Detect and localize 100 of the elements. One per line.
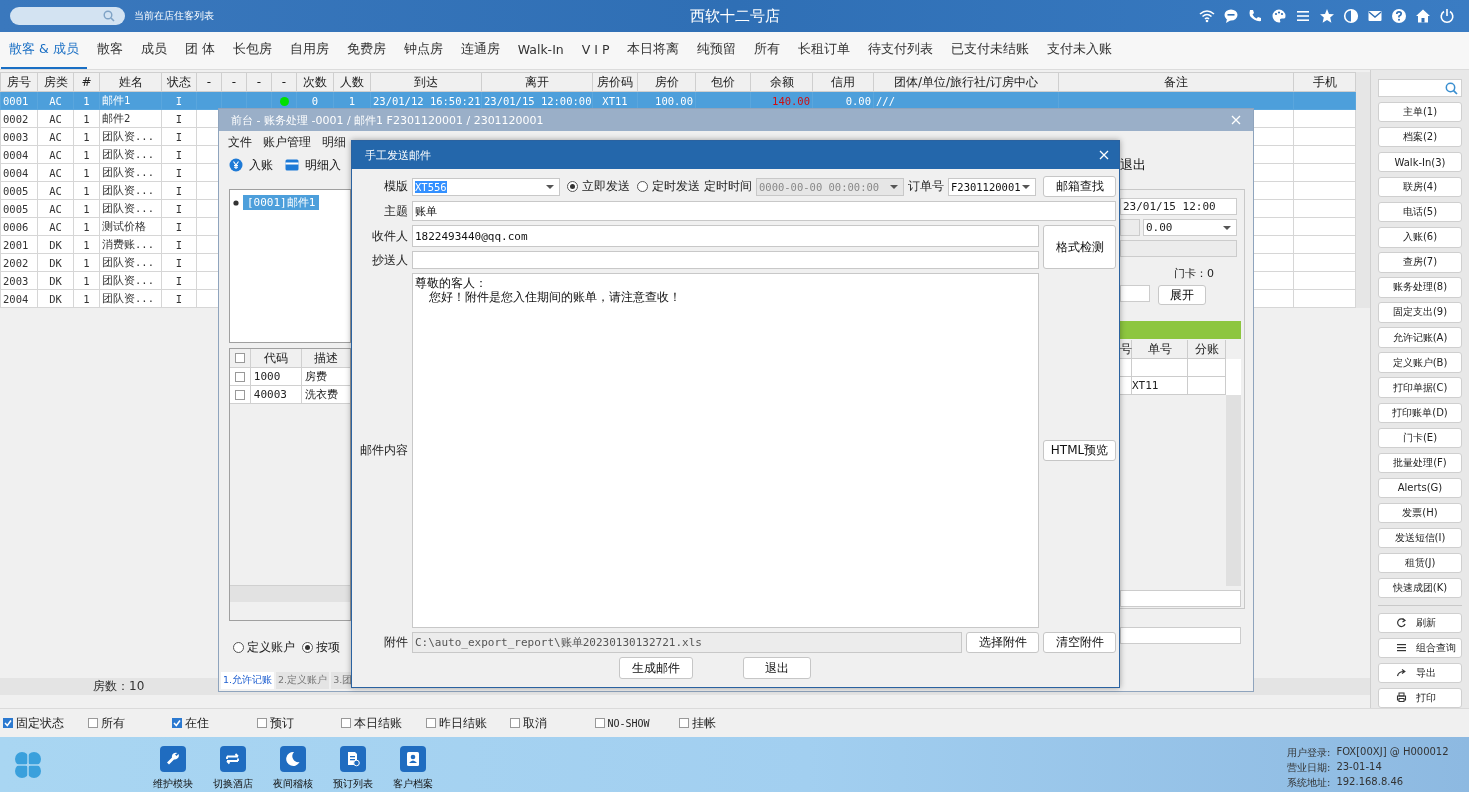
checkbox[interactable]	[3, 718, 13, 728]
checkbox[interactable]	[510, 718, 520, 728]
sidebar-button[interactable]: 档案(2)	[1378, 127, 1462, 148]
menu-icon[interactable]	[1295, 8, 1311, 24]
scrollbar[interactable]	[1226, 395, 1241, 586]
checkbox[interactable]	[172, 718, 182, 728]
button[interactable]: 邮箱查找	[1043, 176, 1116, 197]
sidebar-button[interactable]: 打印	[1378, 687, 1462, 708]
sidebar-button[interactable]: 电话(5)	[1378, 202, 1462, 223]
power-icon[interactable]	[1439, 8, 1455, 24]
checkbox[interactable]	[425, 718, 436, 728]
sidebar-button[interactable]: 入账(6)	[1378, 227, 1462, 248]
input-field[interactable]	[1120, 590, 1241, 607]
contrast-icon[interactable]	[1343, 8, 1359, 24]
column-header[interactable]: 姓名	[99, 72, 162, 92]
checkbox[interactable]	[234, 371, 245, 382]
date-field[interactable]: 23/01/15 12:00	[1120, 198, 1237, 215]
menu-item[interactable]: 明细	[322, 133, 346, 151]
sidebar-button[interactable]: 查房(7)	[1378, 252, 1462, 273]
sidebar-button[interactable]: 定义账户(B)	[1378, 352, 1462, 373]
column-header[interactable]: 手机	[1293, 72, 1356, 92]
tab[interactable]: 散客	[88, 32, 131, 69]
column-header[interactable]: 信用	[812, 72, 874, 92]
input-field[interactable]	[1120, 285, 1150, 302]
subject-field[interactable]: 账单	[412, 201, 1116, 221]
sidebar-button[interactable]: 门卡(E)	[1378, 427, 1462, 448]
column-header[interactable]: 到达	[370, 72, 482, 92]
column-header[interactable]: 房类	[37, 72, 74, 92]
column-header[interactable]: 次数	[296, 72, 334, 92]
message-field[interactable]: 尊敬的客人： 您好！附件是您入住期间的账单，请注意查收！	[412, 273, 1039, 628]
radio-button[interactable]	[302, 642, 313, 653]
sidebar-button[interactable]: 账务处理(8)	[1378, 277, 1462, 298]
help-icon[interactable]	[1391, 8, 1407, 24]
taskbar-button[interactable]: 夜间稽核	[271, 746, 315, 791]
button[interactable]: 生成邮件	[619, 657, 693, 679]
tab[interactable]: 所有	[746, 32, 789, 69]
sidebar-button[interactable]: 刷新	[1378, 612, 1462, 633]
attachment-field[interactable]: C:\auto_export_report\账单20230130132721.xls	[412, 632, 962, 653]
tab[interactable]: 待支付列表	[860, 32, 942, 69]
column-header[interactable]: 人数	[333, 72, 371, 92]
expand-button[interactable]: 展开	[1158, 285, 1206, 305]
input-field[interactable]	[1120, 219, 1140, 236]
tab[interactable]: 2.定义账户	[276, 672, 330, 689]
close-button[interactable]	[1097, 148, 1111, 162]
sidebar-button[interactable]: 固定支出(9)	[1378, 302, 1462, 323]
button[interactable]: 格式检测	[1043, 225, 1116, 269]
column-header[interactable]: 备注	[1058, 72, 1294, 92]
tab[interactable]: 已支付未结账	[943, 32, 1038, 69]
tab[interactable]: 1.允许记账	[221, 672, 275, 689]
sidebar-button[interactable]: 主单(1)	[1378, 102, 1462, 123]
column-header[interactable]: 余额	[750, 72, 813, 92]
taskbar-button[interactable]: 客户档案	[391, 746, 435, 791]
sidebar-button[interactable]: 组合查询	[1378, 637, 1462, 658]
chat-icon[interactable]	[1223, 8, 1239, 24]
column-header[interactable]: 状态	[161, 72, 197, 92]
tab[interactable]: 成员	[132, 32, 175, 69]
button[interactable]: HTML预览	[1043, 440, 1116, 461]
checkbox[interactable]	[87, 718, 98, 728]
button[interactable]: 选择附件	[966, 632, 1039, 653]
column-header[interactable]: -	[221, 72, 247, 92]
checkbox[interactable]	[234, 353, 245, 363]
tab[interactable]: 团 体	[176, 32, 223, 69]
sidebar-button[interactable]: 联房(4)	[1378, 177, 1462, 198]
menu-item[interactable]: 文件	[228, 133, 252, 151]
button[interactable]: 退出	[743, 657, 811, 679]
column-header[interactable]: 房价码	[592, 72, 638, 92]
menu-item[interactable]: 账户管理	[263, 133, 311, 151]
tab[interactable]: 连通房	[452, 32, 508, 69]
amount-dropdown[interactable]: 0.00	[1143, 219, 1237, 236]
tab[interactable]: 钟点房	[395, 32, 451, 69]
column-header[interactable]: 包价	[695, 72, 751, 92]
mail-icon[interactable]	[1367, 8, 1383, 24]
wifi-icon[interactable]	[1199, 8, 1215, 24]
scrollbar[interactable]	[1356, 72, 1370, 308]
search-field[interactable]	[10, 7, 125, 25]
sidebar-button[interactable]: 打印账单(D)	[1378, 402, 1462, 423]
sidebar-button[interactable]: 允许记账(A)	[1378, 327, 1462, 348]
column-header[interactable]: 团体/单位/旅行社/订房中心	[873, 72, 1059, 92]
toolbar-button[interactable]: 入账	[229, 156, 273, 174]
sidebar-button[interactable]: 快速成团(K)	[1378, 577, 1462, 598]
tab[interactable]: 本日将离	[619, 32, 688, 69]
checkbox[interactable]	[341, 718, 351, 728]
sidebar-button[interactable]: 打印单据(C)	[1378, 377, 1462, 398]
phone-icon[interactable]	[1247, 8, 1263, 24]
sidebar-button[interactable]: Walk-In(3)	[1378, 152, 1462, 173]
tab[interactable]: Walk-In	[509, 32, 572, 69]
home-icon[interactable]	[1415, 8, 1431, 24]
tab[interactable]: 自用房	[281, 32, 337, 69]
sidebar-button[interactable]: 发票(H)	[1378, 502, 1462, 523]
checkbox[interactable]	[256, 718, 267, 728]
sidebar-button[interactable]: 批量处理(F)	[1378, 452, 1462, 473]
sidebar-button[interactable]: 导出	[1378, 662, 1462, 683]
order-dropdown[interactable]: F2301120001	[948, 177, 1036, 196]
taskbar-button[interactable]: 维护模块	[151, 746, 195, 791]
column-header[interactable]: -	[246, 72, 272, 92]
tab[interactable]: 散客 & 成员	[1, 32, 87, 69]
toolbar-button[interactable]: 退出	[1120, 156, 1146, 174]
column-header[interactable]: 房价	[637, 72, 696, 92]
input-field[interactable]	[1120, 240, 1237, 257]
search-field[interactable]	[1378, 79, 1462, 98]
